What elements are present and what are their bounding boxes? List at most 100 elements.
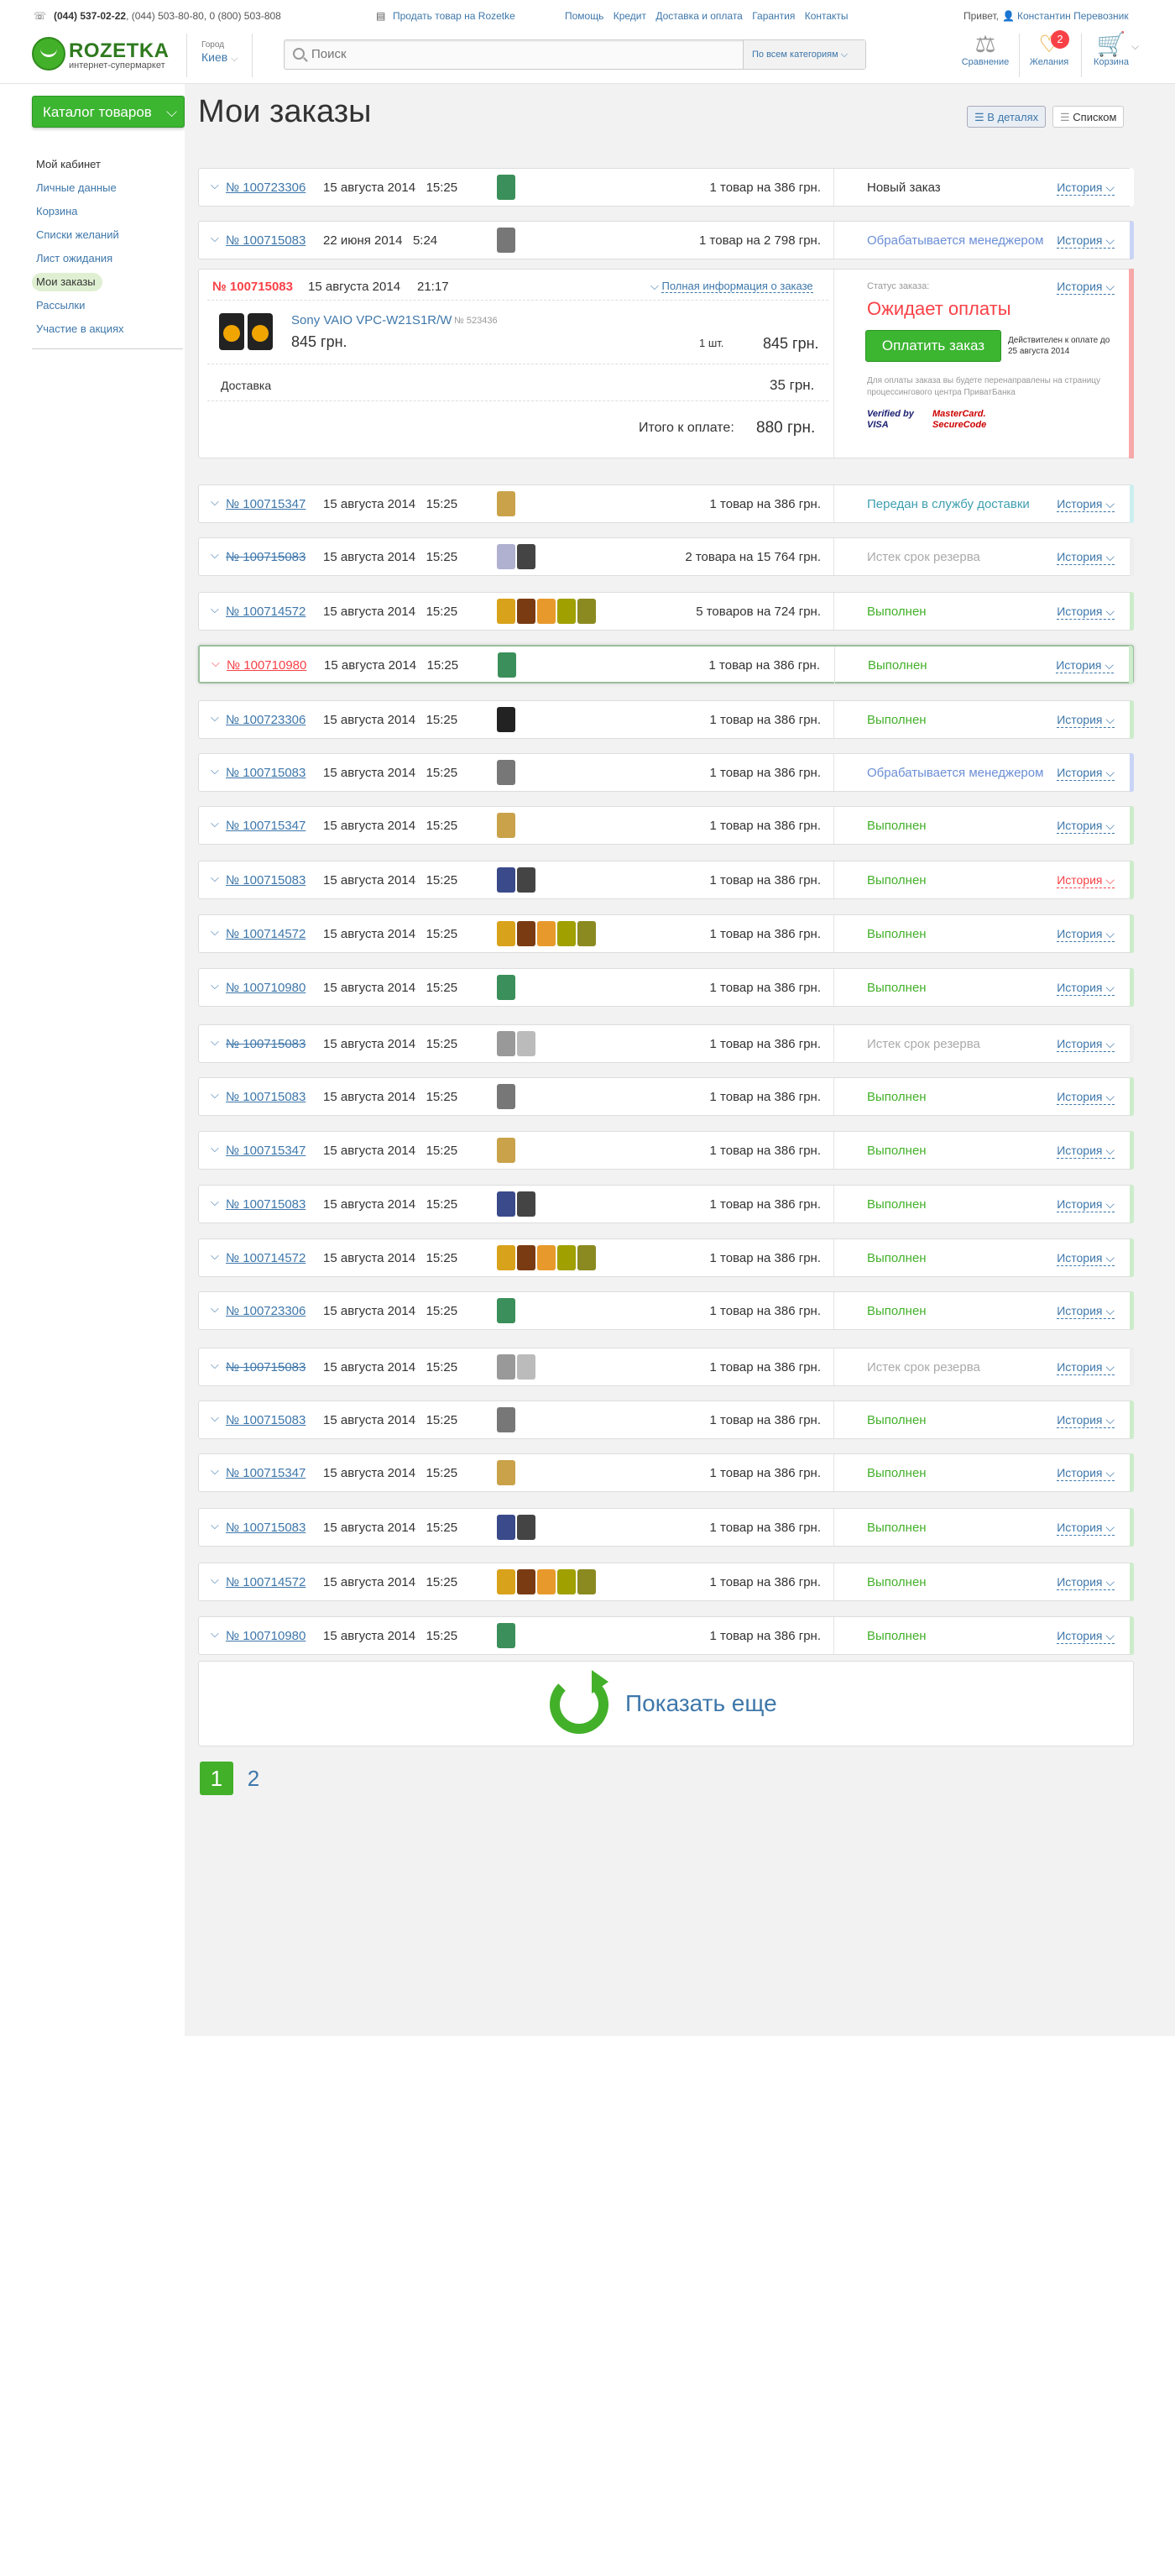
- order-row[interactable]: ⌵ № 100714572 15 августа 2014 15:25 1 товар…: [198, 1563, 1134, 1601]
- chevron-down-icon[interactable]: ⌵: [211, 1627, 219, 1641]
- product-thumbnail[interactable]: [497, 228, 515, 253]
- product-thumbnail[interactable]: [517, 1515, 535, 1540]
- order-row[interactable]: ⌵ № 100715347 15 августа 2014 15:25 1 товар…: [198, 484, 1134, 523]
- product-thumbnail[interactable]: [557, 1569, 576, 1594]
- product-thumbnail[interactable]: [497, 867, 515, 893]
- full-info-link[interactable]: ⌵ Полная информация о заказе: [650, 280, 813, 293]
- product-thumbnail[interactable]: [497, 1460, 515, 1485]
- history-link[interactable]: История ⌵: [1057, 233, 1115, 249]
- order-number-link[interactable]: № 100715347: [226, 1466, 306, 1480]
- order-number-link[interactable]: № 100715083: [226, 873, 306, 887]
- chevron-down-icon[interactable]: ⌵: [211, 548, 219, 562]
- chevron-down-icon[interactable]: ⌵: [211, 1464, 219, 1478]
- history-link[interactable]: История ⌵: [1057, 819, 1115, 834]
- order-number-link[interactable]: № 100715083: [226, 550, 306, 564]
- order-number[interactable]: № 100715083: [212, 280, 293, 294]
- product-thumbnail[interactable]: [517, 1245, 535, 1270]
- history-link[interactable]: История ⌵: [1057, 1575, 1115, 1590]
- help-link[interactable]: Помощь: [565, 10, 603, 22]
- order-row[interactable]: ⌵ № 100714572 15 августа 2014 15:25 5 товар…: [198, 592, 1134, 631]
- chevron-down-icon[interactable]: ⌵: [211, 1196, 219, 1209]
- chevron-down-icon[interactable]: ⌵: [211, 1142, 219, 1155]
- product-thumbnail[interactable]: [497, 1515, 515, 1540]
- chevron-down-icon[interactable]: ⌵: [211, 872, 219, 885]
- chevron-down-icon[interactable]: ⌵: [212, 657, 220, 670]
- order-row[interactable]: ⌵ № 100715083 15 августа 2014 15:25 1 товар…: [198, 1508, 1134, 1547]
- logo-text[interactable]: ROZETKA: [69, 39, 170, 63]
- order-number-link[interactable]: № 100710980: [226, 1629, 306, 1643]
- order-row[interactable]: ⌵ № 100710980 15 августа 2014 15:25 1 товар…: [198, 645, 1134, 684]
- product-thumbnail[interactable]: [517, 1354, 535, 1380]
- product-thumbnail[interactable]: [517, 867, 535, 893]
- product-thumbnail[interactable]: [497, 599, 515, 624]
- order-row[interactable]: ⌵ № 100715083 22 июня 2014 5:24 1 товар на …: [198, 221, 1134, 259]
- speaker-image[interactable]: [219, 313, 244, 350]
- sidebar-item-label[interactable]: Корзина: [36, 205, 78, 217]
- product-thumbnail[interactable]: [497, 975, 515, 1000]
- history-link[interactable]: История ⌵: [1057, 550, 1115, 565]
- search-category-select[interactable]: По всем категориям ⌵: [743, 40, 865, 69]
- order-number-link[interactable]: № 100715347: [226, 1144, 306, 1158]
- chevron-down-icon[interactable]: ⌵: [1131, 40, 1139, 53]
- history-link[interactable]: История ⌵: [1057, 1360, 1115, 1375]
- order-number-link[interactable]: № 100710980: [227, 658, 306, 673]
- page-1-button[interactable]: 1: [200, 1762, 233, 1795]
- order-number-link[interactable]: № 100710980: [226, 981, 306, 995]
- order-number-link[interactable]: № 100723306: [226, 713, 306, 727]
- order-row[interactable]: ⌵ № 100715083 15 августа 2014 15:25 1 товар…: [198, 1348, 1134, 1386]
- product-thumbnail[interactable]: [577, 921, 596, 946]
- history-link[interactable]: История ⌵: [1057, 1037, 1115, 1052]
- product-thumbnail[interactable]: [537, 599, 556, 624]
- chevron-down-icon[interactable]: ⌵: [211, 1035, 219, 1049]
- order-number-link[interactable]: № 100715083: [226, 766, 306, 780]
- contacts-link[interactable]: Контакты: [805, 10, 849, 22]
- order-row[interactable]: ⌵ № 100715347 15 августа 2014 15:25 1 товар…: [198, 806, 1134, 845]
- product-thumbnail[interactable]: [497, 491, 515, 516]
- order-number-link[interactable]: № 100715083: [226, 1413, 306, 1427]
- order-row[interactable]: ⌵ № 100710980 15 августа 2014 15:25 1 товар…: [198, 1616, 1134, 1655]
- history-link[interactable]: История ⌵: [1057, 181, 1115, 196]
- history-link[interactable]: История ⌵: [1057, 713, 1115, 728]
- chevron-down-icon[interactable]: ⌵: [211, 1411, 219, 1425]
- history-link[interactable]: История ⌵: [1057, 1629, 1115, 1644]
- product-thumbnail[interactable]: [497, 1623, 515, 1648]
- order-number-link[interactable]: № 100723306: [226, 181, 306, 195]
- order-row[interactable]: ⌵ № 100715347 15 августа 2014 15:25 1 товар…: [198, 1453, 1134, 1492]
- product-thumbnail[interactable]: [498, 652, 516, 678]
- history-link[interactable]: История ⌵: [1057, 280, 1115, 295]
- chevron-down-icon[interactable]: ⌵: [211, 495, 219, 509]
- product-thumbnail[interactable]: [517, 544, 535, 569]
- product-thumbnail[interactable]: [497, 1084, 515, 1109]
- chevron-down-icon[interactable]: ⌵: [211, 1249, 219, 1263]
- product-thumbnail[interactable]: [577, 599, 596, 624]
- product-thumbnail[interactable]: [497, 1191, 515, 1217]
- order-number-link[interactable]: № 100714572: [226, 1251, 306, 1265]
- chevron-down-icon[interactable]: ⌵: [211, 1519, 219, 1532]
- order-row[interactable]: ⌵ № 100723306 15 августа 2014 15:25 1 товар…: [198, 168, 1134, 207]
- history-link[interactable]: История ⌵: [1057, 1251, 1115, 1266]
- order-row[interactable]: ⌵ № 100715083 15 августа 2014 15:25 1 товар…: [198, 753, 1134, 792]
- sidebar-item-label[interactable]: Списки желаний: [36, 228, 119, 241]
- order-row[interactable]: ⌵ № 100715083 15 августа 2014 15:25 1 товар…: [198, 1401, 1134, 1439]
- order-number-link[interactable]: № 100715083: [226, 233, 306, 248]
- order-number-link[interactable]: № 100715083: [226, 1521, 306, 1535]
- product-thumbnail[interactable]: [557, 921, 576, 946]
- catalog-button[interactable]: Каталог товаров ⌵: [32, 96, 185, 128]
- order-number-link[interactable]: № 100714572: [226, 605, 306, 619]
- history-link[interactable]: История ⌵: [1057, 1144, 1115, 1159]
- product-thumbnail[interactable]: [517, 1031, 535, 1056]
- order-row[interactable]: ⌵ № 100714572 15 августа 2014 15:25 1 товар…: [198, 1238, 1134, 1277]
- page-2-link[interactable]: 2: [237, 1762, 270, 1795]
- chevron-down-icon[interactable]: ⌵: [211, 1302, 219, 1316]
- view-list-button[interactable]: ☰ Списком: [1052, 106, 1125, 128]
- product-thumbnail[interactable]: [577, 1569, 596, 1594]
- history-link[interactable]: История ⌵: [1057, 927, 1115, 942]
- order-row[interactable]: ⌵ № 100715083 15 августа 2014 15:25 2 товар…: [198, 537, 1134, 576]
- sidebar-item-promotions[interactable]: Участие в акциях: [32, 320, 183, 343]
- history-link[interactable]: История ⌵: [1057, 1413, 1115, 1428]
- product-thumbnail[interactable]: [537, 1245, 556, 1270]
- history-link[interactable]: История ⌵: [1057, 497, 1115, 512]
- compare-button[interactable]: ⚖ Сравнение: [958, 32, 1012, 68]
- chevron-down-icon[interactable]: ⌵: [211, 179, 219, 192]
- order-row[interactable]: ⌵ № 100715083 15 августа 2014 15:25 1 товар…: [198, 1024, 1134, 1063]
